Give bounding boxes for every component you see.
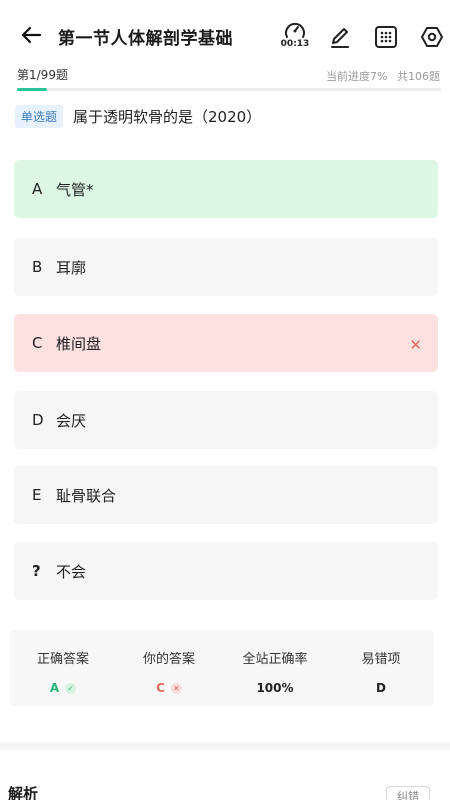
option-letter: B: [32, 258, 43, 276]
question: 单选题 属于透明软骨的是（2020）: [15, 105, 435, 128]
progress-current: 当前进度7%: [326, 70, 388, 83]
question-text: 属于透明软骨的是（2020）: [73, 108, 262, 126]
analysis-title: 解析: [8, 785, 39, 800]
header-bar: 第一节人体解剖学基础 00:13: [0, 0, 450, 66]
option-c[interactable]: C 椎间盘 ✕: [14, 314, 438, 372]
option-text: 不会: [56, 562, 87, 581]
your-answer-value: C: [156, 681, 165, 695]
close-icon: ✕: [409, 336, 422, 354]
option-letter: A: [32, 180, 43, 198]
option-text: 耻骨联合: [56, 486, 117, 505]
option-letter: C: [32, 334, 43, 352]
your-answer-label: 你的答案: [142, 652, 195, 667]
your-answer-col: 你的答案 C ✕: [116, 648, 222, 695]
question-type-badge: 单选题: [15, 105, 64, 128]
error-prone-label: 易错项: [361, 652, 401, 667]
your-answer-value-row: C ✕: [116, 681, 222, 695]
error-prone-col: 易错项 D: [328, 648, 434, 695]
error-prone-value: D: [376, 681, 386, 695]
accuracy-label: 全站正确率: [242, 652, 308, 667]
correct-answer-col: 正确答案 A ✓: [10, 648, 116, 695]
check-icon: ✓: [65, 682, 77, 694]
settings-icon: [421, 27, 443, 47]
edit-icon: [331, 28, 349, 48]
progress-fill: [17, 88, 47, 91]
close-icon: ✕: [170, 682, 182, 694]
page-title: 第一节人体解剖学基础: [58, 29, 233, 49]
option-text: 耳廓: [56, 258, 87, 277]
correct-answer-value-row: A ✓: [10, 681, 116, 695]
timer-button[interactable]: 00:13: [279, 20, 311, 54]
edit-button[interactable]: [327, 24, 353, 50]
back-button[interactable]: [16, 20, 46, 50]
question-grid-button[interactable]: [373, 24, 399, 50]
option-text: 气管*: [56, 180, 94, 199]
option-letter: E: [32, 486, 42, 504]
settings-button[interactable]: [419, 24, 445, 50]
option-unknown[interactable]: ? 不会: [14, 542, 438, 600]
accuracy-value: 100%: [256, 681, 294, 695]
progress-bar: [17, 88, 441, 91]
option-letter: D: [32, 411, 44, 429]
progress-total: 共106题: [397, 70, 440, 83]
progress-info: 当前进度7% 共106题: [320, 68, 440, 84]
grid-icon: [375, 26, 397, 48]
option-letter: ?: [32, 562, 41, 580]
back-arrow-icon: [21, 26, 42, 44]
option-e[interactable]: E 耻骨联合: [14, 466, 438, 524]
correct-answer-value: A: [49, 681, 60, 695]
section-divider: [0, 742, 450, 750]
report-error-button[interactable]: 纠错: [386, 786, 430, 800]
question-index: 第1/99题: [17, 68, 68, 82]
option-text: 椎间盘: [56, 334, 102, 353]
option-d[interactable]: D 会厌: [14, 391, 438, 449]
answer-summary: 正确答案 A ✓ 你的答案 C ✕ 全站正确率 100% 易错项 D: [10, 630, 434, 706]
timer-icon: [285, 22, 305, 38]
correct-answer-label: 正确答案: [36, 652, 89, 667]
option-text: 会厌: [56, 411, 87, 430]
timer-text: 00:13: [280, 39, 310, 49]
accuracy-col: 全站正确率 100%: [222, 648, 328, 695]
option-b[interactable]: B 耳廓: [14, 238, 438, 296]
option-a[interactable]: A 气管*: [14, 160, 438, 218]
